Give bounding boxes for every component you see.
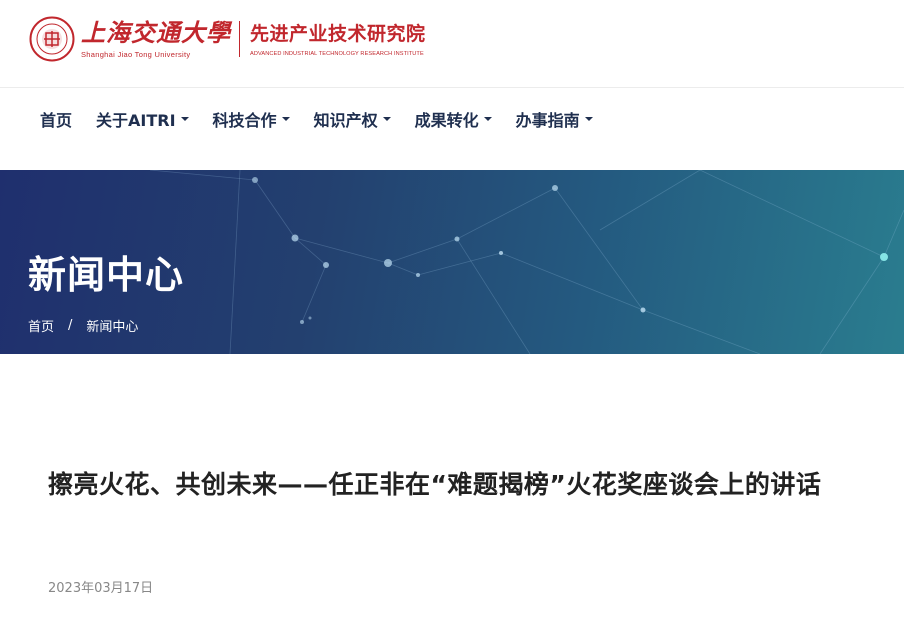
nav-item-label: 知识产权 — [313, 111, 378, 130]
breadcrumb-current: 新闻中心 — [86, 320, 139, 335]
university-name-cn: 上海交通大學 — [81, 17, 231, 47]
nav-item-cooperation[interactable]: 科技合作 — [213, 108, 290, 130]
page-title: 新闻中心 — [28, 253, 185, 297]
nav-item-label: 办事指南 — [515, 111, 580, 130]
breadcrumb-separator: / — [68, 318, 73, 333]
university-seal-icon — [29, 16, 75, 62]
page-banner: 新闻中心 首页 / 新闻中心 — [0, 170, 904, 354]
nav-item-about[interactable]: 关于AITRI — [96, 108, 189, 130]
nav-item-ip[interactable]: 知识产权 — [314, 108, 391, 130]
site-logo[interactable]: 上海交通大學 Shanghai Jiao Tong University 先进产… — [29, 16, 426, 62]
caret-down-icon — [180, 117, 189, 121]
institute-name-cn: 先进产业技术研究院 — [250, 22, 426, 45]
article-date: 2023年03月17日 — [48, 581, 154, 596]
nav-item-label: 关于AITRI — [96, 111, 176, 130]
nav-item-label: 科技合作 — [212, 111, 277, 130]
caret-down-icon — [483, 117, 492, 121]
nav-item-home[interactable]: 首页 — [40, 108, 72, 130]
main-nav: 首页 关于AITRI 科技合作 知识产权 成果转化 办事指南 — [0, 88, 904, 170]
breadcrumb-home-link[interactable]: 首页 — [28, 316, 54, 335]
university-name-en: Shanghai Jiao Tong University — [81, 49, 191, 59]
breadcrumb: 首页 / 新闻中心 — [28, 316, 138, 335]
logo-divider — [239, 21, 240, 57]
nav-item-transfer[interactable]: 成果转化 — [415, 108, 492, 130]
nav-item-guide[interactable]: 办事指南 — [516, 108, 593, 130]
caret-down-icon — [584, 117, 593, 121]
article-title: 擦亮火花、共创未来——任正非在“难题揭榜”火花奖座谈会上的讲话 — [48, 470, 822, 499]
institute-name-en: ADVANCED INDUSTRIAL TECHNOLOGY RESEARCH … — [250, 50, 424, 57]
nav-item-label: 成果转化 — [414, 111, 479, 130]
nav-item-label: 首页 — [40, 111, 73, 130]
caret-down-icon — [281, 117, 290, 121]
caret-down-icon — [382, 117, 391, 121]
site-header: 上海交通大學 Shanghai Jiao Tong University 先进产… — [0, 0, 904, 88]
